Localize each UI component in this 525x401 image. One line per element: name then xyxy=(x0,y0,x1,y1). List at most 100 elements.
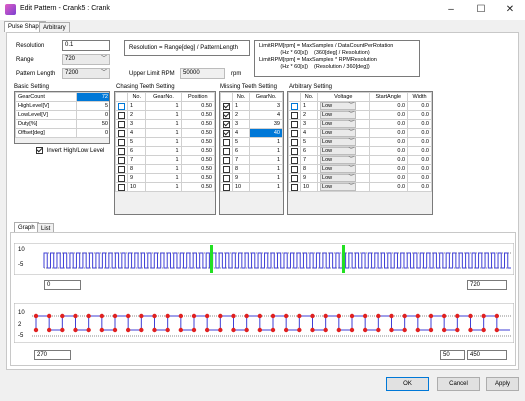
basic-row[interactable]: HighLevel[V] 5 xyxy=(15,101,109,111)
sample-point[interactable] xyxy=(441,327,447,333)
chasing-cell[interactable]: 0.50 xyxy=(180,155,215,165)
chasing-cell[interactable]: 0.50 xyxy=(180,173,215,183)
startangle-cell[interactable]: 0.0 xyxy=(368,146,409,156)
width-cell[interactable]: 0.0 xyxy=(407,101,432,111)
chasing-cell[interactable]: 0.50 xyxy=(180,146,215,156)
sample-point[interactable] xyxy=(125,313,131,319)
sample-point[interactable] xyxy=(362,313,368,319)
chasing-cell[interactable]: 1 xyxy=(145,182,182,192)
sample-point[interactable] xyxy=(191,327,197,333)
graph1-x-end[interactable]: 720 xyxy=(467,280,507,290)
row-checkbox[interactable] xyxy=(291,165,298,173)
arbitrary-row[interactable]: 7 Low ﹀ 0.0 0.0 xyxy=(288,155,432,165)
row-checkbox[interactable] xyxy=(291,183,298,191)
row-checkbox[interactable] xyxy=(118,165,125,173)
row-check-cell[interactable] xyxy=(220,173,233,183)
missing-row[interactable]: 71 xyxy=(220,155,283,165)
row-check-cell[interactable] xyxy=(288,110,301,120)
sample-point[interactable] xyxy=(468,313,473,319)
row-check-cell[interactable] xyxy=(220,110,233,120)
sample-point[interactable] xyxy=(455,313,460,319)
chasing-cell[interactable]: 0.50 xyxy=(180,128,215,138)
startangle-cell[interactable]: 0.0 xyxy=(368,110,409,120)
row-checkbox[interactable] xyxy=(223,129,230,137)
voltage-cell[interactable]: Low ﹀ xyxy=(317,164,370,174)
voltage-cell[interactable]: Low ﹀ xyxy=(317,128,370,138)
graph1-x-start[interactable]: 0 xyxy=(44,280,81,290)
missing-cell[interactable]: 1 xyxy=(249,137,283,147)
row-checkbox[interactable] xyxy=(118,111,125,119)
basic-row[interactable]: Offset[deg] 0 xyxy=(15,128,109,138)
arbitrary-row[interactable]: 3 Low ﹀ 0.0 0.0 xyxy=(288,119,432,129)
sample-point[interactable] xyxy=(349,313,355,319)
sample-point[interactable] xyxy=(297,313,302,319)
row-check-cell[interactable] xyxy=(288,182,301,192)
row-check-cell[interactable] xyxy=(220,155,233,165)
width-cell[interactable]: 0.0 xyxy=(407,164,432,174)
sample-point[interactable] xyxy=(178,327,184,333)
voltage-cell[interactable]: Low ﹀ xyxy=(317,110,370,120)
row-check-cell[interactable] xyxy=(220,182,233,192)
missing-cell[interactable]: 40 xyxy=(249,128,283,138)
row-checkbox[interactable] xyxy=(291,120,298,128)
sample-point[interactable] xyxy=(46,327,52,333)
arbitrary-row[interactable]: 2 Low ﹀ 0.0 0.0 xyxy=(288,110,432,120)
voltage-cell[interactable]: Low ﹀ xyxy=(317,119,370,129)
sample-point[interactable] xyxy=(283,313,289,319)
voltage-select[interactable]: Low ﹀ xyxy=(320,102,357,110)
row-checkbox[interactable] xyxy=(223,138,230,146)
startangle-cell[interactable]: 0.0 xyxy=(368,182,409,192)
sample-point[interactable] xyxy=(33,313,39,319)
basic-value[interactable]: 72 xyxy=(76,92,109,102)
voltage-cell[interactable]: Low ﹀ xyxy=(317,137,370,147)
row-check-cell[interactable] xyxy=(115,110,128,120)
row-check-cell[interactable] xyxy=(115,146,128,156)
row-check-cell[interactable] xyxy=(115,155,128,165)
sample-point[interactable] xyxy=(86,327,91,333)
row-checkbox[interactable] xyxy=(118,156,125,164)
row-checkbox[interactable] xyxy=(223,183,230,191)
row-check-cell[interactable] xyxy=(288,164,301,174)
sample-point[interactable] xyxy=(283,327,289,333)
startangle-cell[interactable]: 0.0 xyxy=(368,101,409,111)
width-cell[interactable]: 0.0 xyxy=(407,146,432,156)
chasing-row[interactable]: 10 1 0.50 xyxy=(115,182,215,192)
chasing-cell[interactable]: 0.50 xyxy=(180,182,215,192)
sample-point[interactable] xyxy=(204,327,210,333)
row-checkbox[interactable] xyxy=(291,102,298,110)
arbitrary-row[interactable]: 10 Low ﹀ 0.0 0.0 xyxy=(288,182,432,192)
chasing-cell[interactable]: 1 xyxy=(145,155,182,165)
sample-point[interactable] xyxy=(362,327,368,333)
sample-point[interactable] xyxy=(33,327,39,333)
sample-point[interactable] xyxy=(428,327,434,333)
row-check-cell[interactable] xyxy=(115,128,128,138)
chasing-row[interactable]: 8 1 0.50 xyxy=(115,164,215,174)
row-checkbox[interactable] xyxy=(118,174,125,182)
sample-point[interactable] xyxy=(310,313,315,319)
missing-cell[interactable]: 1 xyxy=(249,182,283,192)
width-cell[interactable]: 0.0 xyxy=(407,119,432,129)
invert-checkbox-row[interactable]: Invert High/Low Level xyxy=(36,147,104,154)
sample-point[interactable] xyxy=(428,313,434,319)
sample-point[interactable] xyxy=(204,313,210,319)
graph2-zoom[interactable]: 50 xyxy=(440,350,465,360)
sample-point[interactable] xyxy=(415,313,421,319)
basic-row[interactable]: LowLevel[V] 0 xyxy=(15,110,109,120)
voltage-select[interactable]: Low ﹀ xyxy=(320,183,357,191)
chasing-cell[interactable]: 1 xyxy=(145,173,182,183)
chasing-cell[interactable]: 1 xyxy=(145,101,182,111)
startangle-cell[interactable]: 0.0 xyxy=(368,173,409,183)
sample-point[interactable] xyxy=(218,313,223,319)
sample-point[interactable] xyxy=(46,313,52,319)
voltage-select[interactable]: Low ﹀ xyxy=(320,147,357,155)
arbitrary-row[interactable]: 9 Low ﹀ 0.0 0.0 xyxy=(288,173,432,183)
row-check-cell[interactable] xyxy=(288,155,301,165)
chasing-cell[interactable]: 1 xyxy=(145,164,182,174)
sample-point[interactable] xyxy=(73,313,78,319)
row-check-cell[interactable] xyxy=(115,164,128,174)
width-cell[interactable]: 0.0 xyxy=(407,182,432,192)
cancel-button[interactable]: Cancel xyxy=(437,377,480,391)
voltage-select[interactable]: Low ﹀ xyxy=(320,111,357,119)
row-checkbox[interactable] xyxy=(291,174,298,182)
row-check-cell[interactable] xyxy=(220,164,233,174)
